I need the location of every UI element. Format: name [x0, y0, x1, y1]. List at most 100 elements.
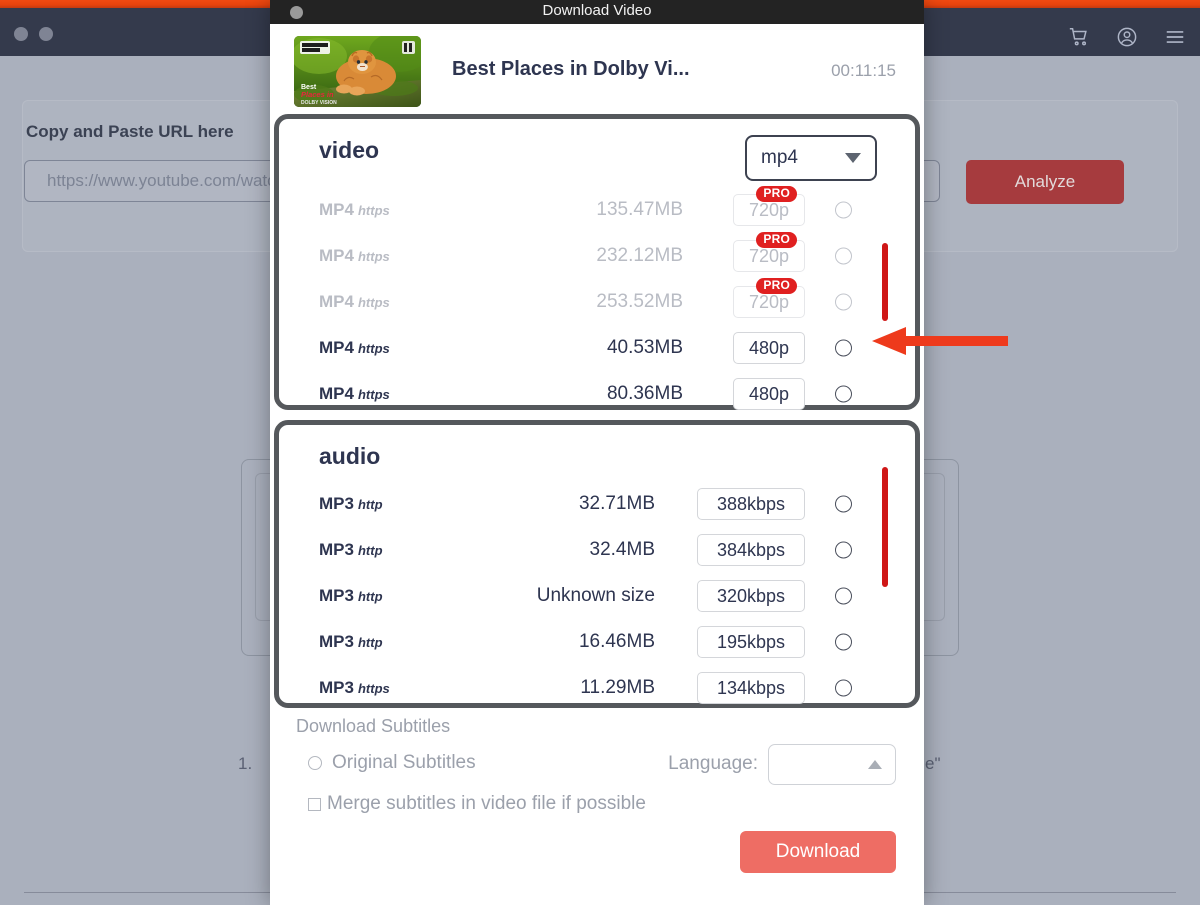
row-format: MP3 http	[319, 540, 383, 559]
merge-subtitles-label: Merge subtitles in video file if possibl…	[327, 793, 646, 814]
row-format: MP4 https	[319, 292, 390, 311]
language-select[interactable]	[768, 744, 896, 785]
row-protocol: https	[357, 341, 390, 356]
video-format-panel: video mp4 MP4 https 135.47MB 720p PRO MP4 http…	[274, 114, 920, 410]
svg-text:DOLBY VISION: DOLBY VISION	[301, 100, 337, 106]
format-select-value: mp4	[761, 147, 798, 168]
close-icon[interactable]	[290, 6, 303, 19]
row-format: MP4 https	[319, 384, 390, 403]
row-size: Unknown size	[536, 585, 655, 606]
row-protocol: https	[357, 681, 390, 696]
video-scroll-indicator[interactable]	[882, 243, 888, 321]
row-radio[interactable]	[835, 495, 852, 513]
merge-subtitles-checkbox[interactable]	[308, 797, 321, 811]
row-size: 32.71MB	[578, 493, 655, 514]
row-radio[interactable]	[835, 633, 852, 651]
svg-text:Places in: Places in	[301, 90, 334, 99]
audio-scroll-indicator[interactable]	[882, 467, 888, 587]
step-number: 1.	[238, 754, 253, 773]
row-size: 135.47MB	[596, 199, 683, 220]
row-radio[interactable]	[835, 587, 852, 605]
table-row[interactable]: MP4 https 135.47MB 720p PRO	[279, 186, 915, 233]
row-format: MP3 http	[319, 586, 383, 605]
audio-panel-heading: audio	[319, 443, 381, 469]
table-row[interactable]: MP4 https 40.53MB 480p	[279, 325, 915, 371]
language-label: Language:	[668, 753, 758, 774]
row-protocol: https	[357, 295, 390, 310]
row-size: 40.53MB	[606, 337, 683, 358]
download-button[interactable]: Download	[740, 831, 896, 873]
video-duration: 00:11:15	[831, 61, 896, 80]
row-format: MP3 http	[319, 632, 383, 651]
pro-badge: PRO	[756, 278, 797, 294]
row-protocol: http	[357, 589, 383, 604]
row-size: 16.46MB	[578, 631, 655, 652]
video-title: Best Places in Dolby Vi...	[452, 58, 690, 80]
chevron-down-icon	[845, 153, 861, 163]
row-quality[interactable]: 384kbps	[697, 534, 805, 566]
window-controls[interactable]	[14, 27, 53, 41]
dialog-titlebar: Download Video	[270, 0, 924, 24]
row-size: 253.52MB	[596, 291, 683, 312]
pro-badge: PRO	[756, 232, 797, 248]
table-row[interactable]: MP3 https 11.29MB 134kbps	[279, 665, 915, 711]
table-row[interactable]: MP4 https 232.12MB 720p PRO	[279, 232, 915, 279]
row-protocol: http	[357, 635, 383, 650]
url-card-title: Copy and Paste URL here	[26, 122, 234, 141]
row-radio[interactable]	[835, 679, 852, 697]
row-radio[interactable]	[835, 541, 852, 559]
row-protocol: http	[357, 543, 383, 558]
row-quality[interactable]: 320kbps	[697, 580, 805, 612]
audio-format-panel: audio MP3 http 32.71MB 388kbps MP3 http 32.4MB…	[274, 420, 920, 708]
chevron-up-icon	[868, 760, 882, 769]
row-radio[interactable]	[835, 293, 852, 311]
row-quality[interactable]: 134kbps	[697, 672, 805, 704]
video-thumbnail: Best Places in DOLBY VISION	[294, 36, 421, 107]
download-subtitles-label: Download Subtitles	[296, 716, 451, 736]
row-quality[interactable]: 480p	[733, 332, 805, 364]
original-subtitles-label: Original Subtitles	[332, 752, 476, 773]
video-panel-heading: video	[319, 137, 380, 163]
row-format: MP3 https	[319, 678, 390, 697]
account-icon[interactable]	[1116, 26, 1138, 48]
table-row[interactable]: MP3 http 16.46MB 195kbps	[279, 619, 915, 665]
row-radio[interactable]	[835, 385, 852, 403]
toolbar-icons	[1068, 26, 1186, 48]
table-row[interactable]: MP4 https 253.52MB 720p PRO	[279, 278, 915, 325]
format-select[interactable]: mp4	[745, 135, 877, 181]
row-format: MP4 https	[319, 200, 390, 219]
row-radio[interactable]	[835, 247, 852, 265]
row-format: MP4 https	[319, 246, 390, 265]
pro-badge: PRO	[756, 186, 797, 202]
window-close-dot[interactable]	[14, 27, 28, 41]
row-protocol: https	[357, 387, 390, 402]
row-protocol: http	[357, 497, 383, 512]
row-format: MP4 https	[319, 338, 390, 357]
table-row[interactable]: MP3 http 32.71MB 388kbps	[279, 481, 915, 527]
menu-icon[interactable]	[1164, 26, 1186, 48]
row-protocol: https	[357, 203, 390, 218]
analyze-button[interactable]: Analyze	[966, 160, 1124, 204]
row-format: MP3 http	[319, 494, 383, 513]
step-text-tail: e"	[925, 754, 941, 773]
row-protocol: https	[357, 249, 390, 264]
cart-icon[interactable]	[1068, 26, 1090, 48]
table-row[interactable]: MP3 http 32.4MB 384kbps	[279, 527, 915, 573]
original-subtitles-option[interactable]: Original Subtitles	[308, 752, 476, 774]
row-size: 232.12MB	[596, 245, 683, 266]
merge-subtitles-option[interactable]: Merge subtitles in video file if possibl…	[308, 793, 646, 815]
dialog-title: Download Video	[542, 2, 652, 19]
window-minimize-dot[interactable]	[39, 27, 53, 41]
row-size: 11.29MB	[580, 677, 655, 698]
video-summary: Best Places in DOLBY VISION Best Places …	[270, 24, 924, 112]
row-quality[interactable]: 388kbps	[697, 488, 805, 520]
download-video-dialog: Download Video Best Places in DOLBY VISI…	[270, 0, 924, 905]
row-size: 32.4MB	[589, 539, 655, 560]
original-subtitles-radio[interactable]	[308, 756, 322, 770]
row-radio[interactable]	[835, 339, 852, 357]
row-quality[interactable]: 195kbps	[697, 626, 805, 658]
table-row[interactable]: MP3 http Unknown size 320kbps	[279, 573, 915, 619]
row-radio[interactable]	[835, 201, 852, 219]
row-quality[interactable]: 480p	[733, 378, 805, 410]
table-row[interactable]: MP4 https 80.36MB 480p	[279, 371, 915, 417]
